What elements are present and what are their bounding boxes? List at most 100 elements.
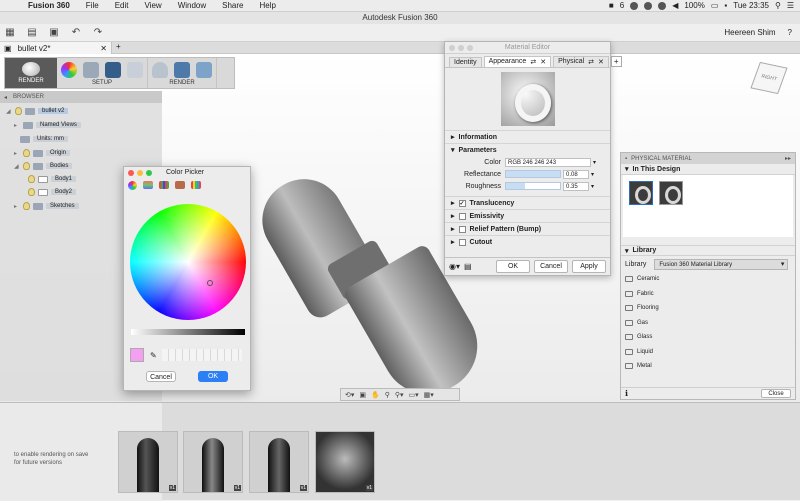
swap-icon[interactable]: ⇄ <box>530 58 536 66</box>
material-swatch[interactable] <box>629 181 653 205</box>
tree-item-bodies[interactable]: ◢ Bodies <box>14 161 73 171</box>
tree-item-sketches[interactable]: ▸ Sketches <box>14 201 79 211</box>
visibility-bulb-icon[interactable] <box>23 202 30 210</box>
current-color-swatch[interactable] <box>130 348 144 362</box>
user-name[interactable]: Heereen Shim <box>724 28 775 37</box>
image-palettes-mode-icon[interactable] <box>175 181 185 189</box>
search-icon[interactable]: ⚲ <box>775 1 781 10</box>
reflectance-input[interactable]: 0.08 <box>563 169 589 179</box>
collapse-icon[interactable]: ▾ <box>625 247 629 255</box>
wheel-cursor[interactable] <box>207 280 213 286</box>
visibility-bulb-icon[interactable] <box>23 162 30 170</box>
browser-header[interactable]: ◂ BROWSER <box>0 91 162 103</box>
render-teapot-icon[interactable] <box>152 62 168 78</box>
visibility-bulb-icon[interactable] <box>23 149 30 157</box>
minimize-dot-icon[interactable] <box>458 45 464 51</box>
expand-icon[interactable]: ◢ <box>14 163 20 170</box>
render-thumbnail[interactable]: v1 <box>118 431 178 493</box>
brightness-slider[interactable] <box>131 329 245 335</box>
tree-item-origin[interactable]: ▸ Origin <box>14 148 71 158</box>
menu-window[interactable]: Window <box>170 1 214 10</box>
section-library[interactable]: ▾ Library <box>621 245 795 256</box>
menu-edit[interactable]: Edit <box>107 1 137 10</box>
menu-share[interactable]: Share <box>214 1 251 10</box>
section-translucency[interactable]: ▸ ✓ Translucency <box>445 196 610 209</box>
expand-icon[interactable]: ▸ <box>451 133 455 141</box>
appearance-icon[interactable] <box>61 62 77 78</box>
visibility-bulb-icon[interactable] <box>28 188 35 196</box>
redo-icon[interactable]: ↷ <box>92 27 104 39</box>
add-tab-icon[interactable]: + <box>610 56 622 67</box>
section-in-design[interactable]: ▾ In This Design <box>621 164 795 175</box>
setup-group-label[interactable]: SETUP <box>92 80 112 86</box>
close-button[interactable]: Close <box>761 389 791 398</box>
visibility-bulb-icon[interactable] <box>28 175 35 183</box>
section-cutout[interactable]: ▸ Cutout <box>445 235 610 248</box>
roughness-slider[interactable] <box>505 182 561 190</box>
ok-button[interactable]: OK <box>198 371 228 382</box>
zoom-icon[interactable]: ⚲ <box>385 391 390 399</box>
library-category[interactable]: Ceramic <box>621 272 795 287</box>
minimize-dot-icon[interactable] <box>137 170 143 176</box>
roughness-input[interactable]: 0.35 <box>563 181 589 191</box>
enable-checkbox[interactable] <box>458 225 466 233</box>
cancel-button[interactable]: Cancel <box>146 371 176 382</box>
expand-icon[interactable]: ▸ <box>451 225 455 233</box>
enable-checkbox[interactable] <box>458 212 466 220</box>
dropdown-icon[interactable]: ▾ <box>593 159 596 166</box>
expand-panel-icon[interactable]: ▸▸ <box>785 155 791 162</box>
orbit-icon[interactable]: ⟲▾ <box>345 391 354 399</box>
section-parameters[interactable]: ▾ Parameters <box>445 143 610 156</box>
look-at-icon[interactable]: ▣ <box>359 391 366 399</box>
expand-icon[interactable]: ▸ <box>14 122 20 129</box>
notification-icon[interactable]: ■ <box>609 1 614 10</box>
dialog-title-bar[interactable]: Material Editor <box>445 42 610 54</box>
tree-item-named-views[interactable]: ▸ Named Views <box>14 120 81 130</box>
library-category[interactable]: Fabric <box>621 287 795 302</box>
close-tab-icon[interactable]: ✕ <box>100 44 107 53</box>
stepper-icon[interactable]: ▾ <box>591 183 594 190</box>
render-gallery-icon[interactable] <box>196 62 212 78</box>
collapse-icon[interactable]: ▾ <box>625 165 629 173</box>
collapse-icon[interactable]: ◂ <box>4 94 7 101</box>
workspace-switcher[interactable]: RENDER <box>5 58 57 88</box>
color-wheel-mode-icon[interactable] <box>128 180 137 190</box>
expand-icon[interactable]: ▸ <box>14 150 20 157</box>
volume-icon[interactable]: ◀ <box>672 1 678 10</box>
menu-file[interactable]: File <box>78 1 107 10</box>
in-canvas-render-icon[interactable] <box>174 62 190 78</box>
enable-checkbox[interactable] <box>458 238 466 246</box>
document-tab[interactable]: ▣ bullet v2* ✕ <box>0 42 112 54</box>
library-category[interactable]: Liquid <box>621 345 795 360</box>
grid-settings-icon[interactable]: ▦▾ <box>424 391 434 399</box>
new-tab-icon[interactable]: + <box>116 42 121 51</box>
expand-icon[interactable]: ▸ <box>14 203 20 210</box>
expand-icon[interactable]: ◢ <box>6 108 12 115</box>
palettes-mode-icon[interactable] <box>159 181 169 189</box>
help-icon[interactable]: ? <box>788 28 792 37</box>
scene-settings-icon[interactable] <box>105 62 121 78</box>
section-emissivity[interactable]: ▸ Emissivity <box>445 209 610 222</box>
tree-item-units[interactable]: Units: mm <box>20 134 68 144</box>
menu-help[interactable]: Help <box>252 1 284 10</box>
display-settings-icon[interactable]: ▭▾ <box>409 391 419 399</box>
expand-icon[interactable]: ▸ <box>451 238 455 246</box>
dialog-title-bar[interactable]: Color Picker <box>124 167 250 178</box>
tab-identity[interactable]: Identity <box>449 57 482 67</box>
library-dropdown[interactable]: Fusion 360 Material Library <box>654 258 789 270</box>
visibility-bulb-icon[interactable] <box>15 107 22 115</box>
ok-button[interactable]: OK <box>496 260 530 273</box>
file-icon[interactable]: ▤ <box>26 27 38 39</box>
panel-header[interactable]: ▪ PHYSICAL MATERIAL ▸▸ <box>621 153 795 164</box>
clock[interactable]: Tue 23:35 <box>733 1 769 10</box>
close-tab-icon[interactable]: ✕ <box>540 58 546 66</box>
close-tab-icon[interactable]: ✕ <box>598 58 604 66</box>
close-dot-icon[interactable] <box>449 45 455 51</box>
battery-icon[interactable]: ▭ <box>711 1 719 10</box>
tree-item-body2[interactable]: Body2 <box>28 187 77 197</box>
library-category[interactable]: Flooring <box>621 301 795 316</box>
menu-app-name[interactable]: Fusion 360 <box>20 1 78 10</box>
material-swatch[interactable] <box>659 181 683 205</box>
zoom-dot-icon[interactable] <box>467 45 473 51</box>
section-relief-pattern[interactable]: ▸ Relief Pattern (Bump) <box>445 222 610 235</box>
